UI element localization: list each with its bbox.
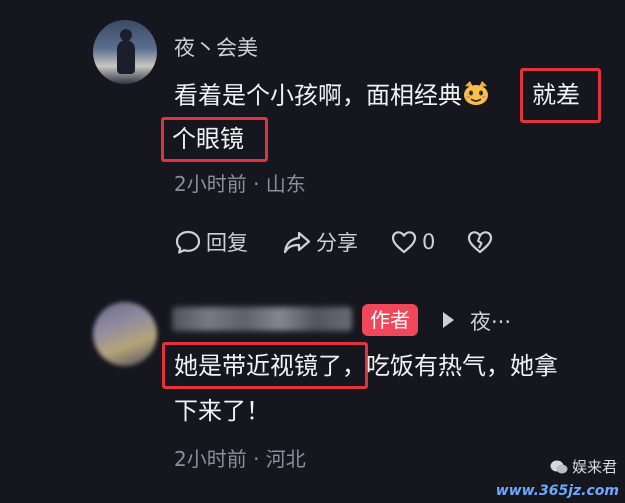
highlighted-text: 个眼镜 (172, 125, 244, 153)
highlighted-text: 她是带近视镜了 (174, 352, 342, 380)
comment-meta: 2小时前 · 山东 (174, 172, 306, 196)
reply-bubble-icon (175, 230, 201, 254)
reply-to-arrow-icon (443, 312, 454, 328)
author-avatar[interactable] (93, 302, 157, 366)
comment-text-line1: 看着是个小孩啊，面相经典 (174, 80, 490, 113)
author-badge: 作者 (362, 304, 418, 336)
watermark-text: 娱来君 (571, 458, 617, 476)
commenter-username[interactable]: 夜丶会美 (174, 32, 258, 62)
wechat-icon (550, 460, 568, 473)
heart-icon (391, 231, 417, 254)
share-button[interactable]: 分享 (282, 226, 358, 258)
commenter-avatar[interactable] (93, 20, 157, 84)
share-label: 分享 (316, 231, 358, 255)
avatar-silhouette (117, 29, 135, 74)
blurred-author-username[interactable] (172, 307, 352, 331)
reply-button[interactable]: 回复 (174, 226, 248, 258)
comment-meta: 2小时前 · 河北 (174, 447, 306, 471)
reply-label: 回复 (206, 231, 248, 255)
comment-text-line2: 下来了！ (174, 397, 270, 425)
comment-text: ，吃饭有热气，她拿 (342, 352, 558, 380)
cat-face-emoji-icon (462, 80, 490, 113)
highlighted-text: 就差 (532, 81, 580, 109)
dislike-button[interactable] (466, 226, 494, 258)
share-arrow-icon (283, 231, 311, 254)
like-count: 0 (422, 230, 436, 254)
comment-text-line1: 她是带近视镜了，吃饭有热气，她拿 (174, 351, 558, 381)
watermark-url: www.365jz.com (495, 483, 619, 499)
reply-target-username[interactable]: 夜··· (470, 306, 511, 336)
comment-text: 看着是个小孩啊，面相经典 (174, 81, 462, 110)
watermark-label: 娱来君 (550, 456, 617, 477)
broken-heart-icon (467, 231, 493, 254)
like-button[interactable]: 0 (390, 226, 435, 258)
